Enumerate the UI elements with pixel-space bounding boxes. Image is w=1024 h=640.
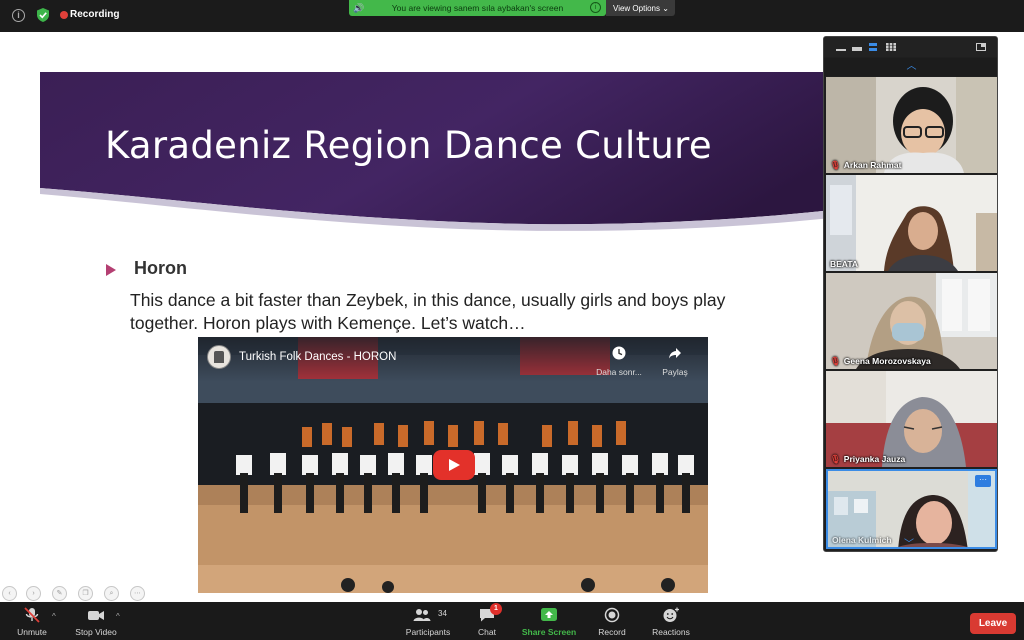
bullet-arrow-icon [106,264,116,276]
security-shield-icon[interactable] [37,8,49,22]
chat-button[interactable]: 1 Chat [470,602,504,640]
stop-video-button[interactable]: Stop Video [70,602,122,640]
participants-count: 34 [438,609,447,618]
chat-label: Chat [478,627,496,637]
recording-label[interactable]: Recording [70,9,119,20]
participant-name: 🎙 Priyanka Jauza [830,454,906,464]
exit-fullscreen-icon[interactable] [976,43,986,51]
share-info-icon[interactable]: i [590,2,601,13]
slide-body-text: This dance a bit faster than Zeybek, in … [130,289,830,335]
zoom-icon[interactable]: ⌕ [104,586,119,601]
forward-icon[interactable]: › [26,586,41,601]
participant-video [826,371,997,467]
unmute-label: Unmute [17,627,47,637]
copy-icon[interactable]: ❐ [78,586,93,601]
share-arrow-icon [669,348,681,359]
reactions-smiley-icon [663,607,679,622]
audio-options-caret-icon[interactable]: ^ [52,612,56,621]
participants-button[interactable]: 34 Participants [400,602,456,640]
slide-title: Karadeniz Region Dance Culture [105,124,712,167]
participants-icon [413,609,431,621]
muted-mic-icon [24,607,40,623]
participant-tile[interactable]: 🎙 Priyanka Jauza [826,371,997,467]
leave-button[interactable]: Leave [970,613,1016,634]
record-icon [604,607,620,623]
participant-name: 🎙 Geena Morozovskaya [830,356,931,366]
tile-more-options-icon[interactable]: ··· [975,475,991,487]
video-camera-icon [88,611,104,620]
view-options-button[interactable]: View Options ⌄ [606,0,675,16]
bullet-title: Horon [134,258,187,278]
reactions-button[interactable]: Reactions [646,602,696,640]
clock-icon [612,346,626,360]
grid-view-icon[interactable] [886,43,896,51]
youtube-play-icon[interactable] [433,450,475,480]
stop-video-label: Stop Video [75,627,117,637]
recording-dot-icon [60,11,68,19]
share-screen-button[interactable]: Share Screen [518,602,580,640]
record-button[interactable]: Record [592,602,632,640]
meeting-controls-bar: Unmute ^ Stop Video ^ 34 Participants 1 … [0,602,1024,640]
watch-later-label: Daha sonr... [596,367,642,377]
record-label: Record [598,627,626,637]
info-icon[interactable]: i [12,9,25,22]
participants-label: Participants [405,627,451,637]
participant-video [826,175,997,271]
participant-video [826,77,997,173]
share-banner-text: You are viewing sanem sıla aybakan's scr… [391,3,564,13]
participant-name: BEATA [830,259,859,269]
watch-later-button[interactable]: Daha sonr... [594,346,644,380]
muted-mic-icon: 🎙 [830,160,841,170]
share-screen-icon [541,608,557,621]
gallery-panel: ︿ 🎙 Arkan Rahmat BEATA 🎙 Geena Morozovsk… [823,36,998,552]
video-options-caret-icon[interactable]: ^ [116,612,120,621]
video-share-button[interactable]: Paylaş [654,346,696,380]
video-share-label: Paylaş [662,367,688,377]
gallery-header [824,37,997,57]
back-icon[interactable]: ‹ [2,586,17,601]
share-screen-label: Share Screen [521,627,577,637]
scroll-down-icon[interactable]: ﹀ [904,535,914,550]
participant-name: 🎙 Arkan Rahmat [830,160,902,170]
participant-tile[interactable]: 🎙 Arkan Rahmat [826,77,997,173]
muted-mic-icon: 🎙 [830,356,841,366]
embedded-video-player[interactable]: Turkish Folk Dances - HORON Daha sonr...… [198,337,708,593]
body-line: together. Horon plays with Kemençe. Let’… [130,313,526,333]
muted-mic-icon: 🎙 [830,454,841,464]
screen-share-banner: 🔊 You are viewing sanem sıla aybakan's s… [349,0,606,16]
participant-video [826,273,997,369]
participant-tile[interactable]: BEATA [826,175,997,271]
participant-name: Olena Kulmich [832,535,892,545]
video-title[interactable]: Turkish Folk Dances - HORON [239,351,396,363]
body-line: This dance a bit faster than Zeybek, in … [130,290,726,310]
minimize-icon[interactable] [836,43,846,51]
chat-unread-badge: 1 [490,603,502,615]
unmute-button[interactable]: Unmute [10,602,54,640]
participant-tile[interactable]: 🎙 Geena Morozovskaya [826,273,997,369]
more-icon[interactable]: ⋯ [130,586,145,601]
top-bar: i Recording 🔊 You are viewing sanem sıla… [0,0,1024,32]
pen-icon[interactable]: ✎ [52,586,67,601]
zoom-meeting-window: i Recording 🔊 You are viewing sanem sıla… [0,0,1024,640]
speaker-view-icon[interactable] [852,43,862,51]
channel-avatar-icon[interactable] [207,345,231,369]
strip-view-icon[interactable] [868,43,878,51]
reactions-label: Reactions [652,627,690,637]
scroll-up-icon[interactable]: ︿ [824,58,997,76]
